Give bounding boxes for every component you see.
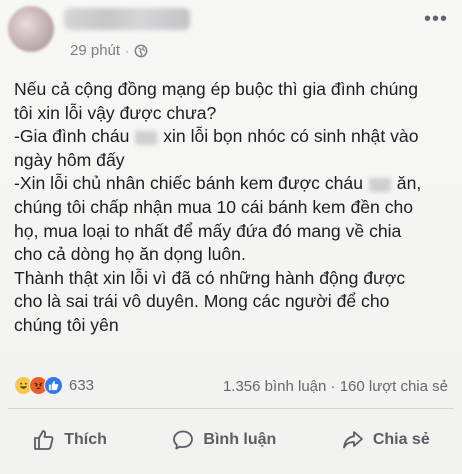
share-icon	[342, 431, 363, 449]
reaction-count[interactable]: 633	[69, 377, 94, 394]
like-label: Thích	[64, 431, 107, 448]
post-line: họ, mua loại to nhất để mấy đứa đó mang …	[14, 220, 402, 241]
post-line: ngày hôm đấy	[14, 149, 125, 170]
more-options-icon[interactable]: •••	[424, 9, 448, 29]
stats-separator: ·	[330, 378, 336, 395]
action-bar: Thích Bình luận Chia sẻ	[0, 420, 462, 460]
post-line: chúng tôi chấp nhận mua 10 cái bánh kem …	[14, 196, 414, 217]
post-line: -Xin lỗi chủ nhân chiếc bánh kem được ch…	[14, 172, 454, 196]
thumbs-up-icon	[34, 430, 54, 450]
post-line-part: -Xin lỗi chủ nhân chiếc bánh kem được ch…	[14, 173, 363, 194]
share-label: Chia sẻ	[372, 431, 430, 448]
comment-button[interactable]: Bình luận	[171, 428, 276, 452]
like-button[interactable]: Thích	[32, 428, 107, 452]
post-line: cho cả dòng họ ăn dọng luôn.	[14, 244, 246, 265]
share-button[interactable]: Chia sẻ	[341, 428, 430, 452]
post-stats: 1.356 bình luận · 160 lượt chia sẻ	[223, 378, 448, 395]
comment-icon	[173, 430, 194, 450]
post-card: 29 phút · ••• Nếu cả cộng đồng mạng ép b…	[0, 0, 462, 474]
share-count[interactable]: 160 lượt chia sẻ	[340, 378, 448, 395]
reactions-summary[interactable]: 633	[14, 376, 94, 395]
comment-count[interactable]: 1.356 bình luận	[223, 378, 326, 395]
post-line: -Gia đình cháu xin lỗi bọn nhóc có sinh …	[14, 125, 454, 149]
like-icon	[44, 376, 63, 395]
post-line: tôi xin lỗi vậy được chưa?	[14, 102, 217, 123]
post-meta: 29 phút ·	[70, 42, 148, 59]
post-line-part: -Gia đình cháu	[14, 126, 130, 147]
post-line: Thành thật xin lỗi vì đã có những hành đ…	[14, 267, 406, 288]
globe-icon[interactable]	[134, 44, 148, 58]
avatar[interactable]	[8, 6, 54, 52]
meta-separator: ·	[125, 43, 130, 58]
post-line: cho là sai trái vô duyên. Mong các người…	[14, 291, 390, 312]
redacted-name	[368, 177, 391, 192]
author-name-redacted[interactable]	[64, 8, 190, 30]
post-line: chúng tôi yên	[14, 314, 119, 335]
redacted-name	[135, 130, 158, 145]
post-line-part: xin lỗi bọn nhóc có sinh nhật vào	[163, 126, 419, 147]
comment-label: Bình luận	[203, 431, 277, 448]
divider	[8, 408, 454, 409]
post-time[interactable]: 29 phút	[70, 42, 120, 59]
post-text: Nếu cả cộng đồng mạng ép buộc thì gia đì…	[14, 78, 454, 338]
post-line-part: ăn,	[396, 173, 422, 194]
post-line: Nếu cả cộng đồng mạng ép buộc thì gia đì…	[14, 79, 418, 99]
